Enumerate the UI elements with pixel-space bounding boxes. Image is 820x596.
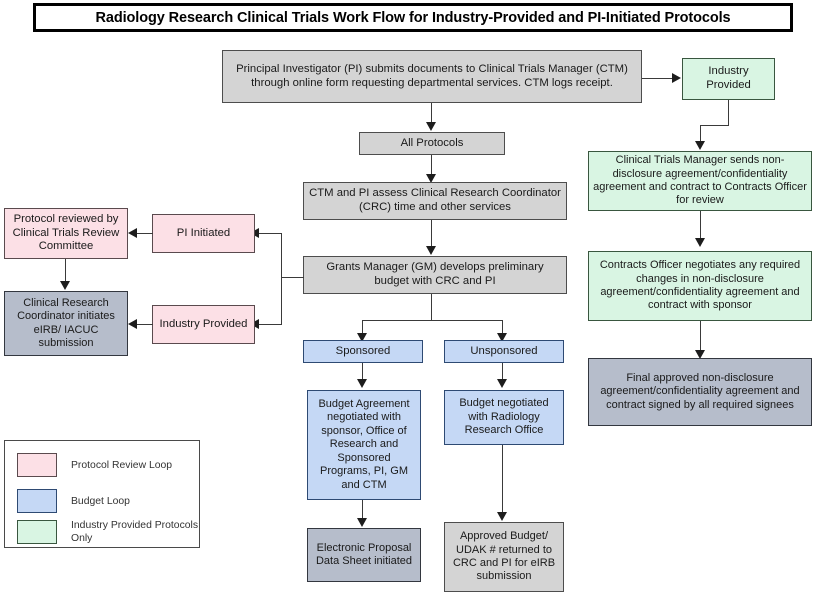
node-ctm-sends-label: Clinical Trials Manager sends non-disclo… (593, 154, 807, 207)
node-pi-submits: Principal Investigator (PI) submits docu… (222, 50, 642, 103)
node-ctm-assess-label: CTM and PI assess Clinical Research Coor… (309, 187, 561, 213)
chart-title-text: Radiology Research Clinical Trials Work … (95, 9, 731, 26)
node-budget-agreement: Budget Agreement negotiated with sponsor… (307, 390, 421, 500)
node-final-approved: Final approved non-disclosure agreement/… (588, 358, 812, 426)
node-budget-negotiated: Budget negotiated with Radiology Researc… (444, 390, 564, 445)
legend-label-budget-loop: Budget Loop (71, 495, 130, 507)
arrowhead-crc-initiates (60, 281, 70, 290)
node-final-approved-label: Final approved non-disclosure agreement/… (600, 371, 800, 411)
arrowhead-to-industry-provided (672, 73, 681, 83)
connector-grants-manager-down (431, 294, 433, 321)
legend-label-protocol-review: Protocol Review Loop (71, 459, 173, 471)
connector-industry-provided-down (728, 100, 730, 126)
node-sponsored-label: Sponsored (335, 344, 391, 357)
node-electronic-proposal: Electronic Proposal Data Sheet initiated (307, 528, 421, 582)
arrowhead-approved-budget (497, 512, 507, 521)
node-contracts-officer-label: Contracts Officer negotiates any require… (599, 259, 801, 312)
arrowhead-ctm-sends (695, 141, 705, 150)
node-approved-budget: Approved Budget/ UDAK # returned to CRC … (444, 522, 564, 592)
connector-left-loop-to-pi-initiated (259, 233, 282, 235)
connector-left-loop-vertical (281, 233, 283, 325)
legend-item-budget-loop: Budget Loop (17, 489, 130, 513)
node-industry-provided-left-label: Industry Provided (159, 317, 248, 330)
node-crc-initiates: Clinical Research Coordinator initiates … (4, 291, 128, 356)
legend-item-industry-provided: Industry Provided Protocols Only (17, 519, 199, 545)
node-industry-provided-left: Industry Provided (152, 305, 255, 344)
node-ctm-sends: Clinical Trials Manager sends non-disclo… (588, 151, 812, 211)
connector-budget-split-horizontal (362, 320, 503, 322)
connector-industry-provided-to-crc (137, 324, 153, 326)
node-budget-agreement-label: Budget Agreement negotiated with sponsor… (318, 398, 410, 491)
node-crc-initiates-label: Clinical Research Coordinator initiates … (17, 296, 115, 349)
node-pi-initiated-label: PI Initiated (176, 226, 231, 239)
node-industry-provided-top: Industry Provided (682, 58, 775, 100)
legend-swatch-budget-loop (17, 489, 57, 513)
node-ctm-assess: CTM and PI assess Clinical Research Coor… (303, 182, 567, 220)
node-sponsored: Sponsored (303, 340, 423, 363)
node-all-protocols-label: All Protocols (400, 136, 464, 149)
node-unsponsored-label: Unsponsored (470, 344, 538, 357)
node-contracts-officer: Contracts Officer negotiates any require… (588, 251, 812, 321)
legend: Protocol Review Loop Budget Loop Industr… (4, 440, 200, 548)
node-protocol-reviewed-label: Protocol reviewed by Clinical Trials Rev… (12, 212, 120, 253)
legend-item-protocol-review: Protocol Review Loop (17, 453, 172, 477)
node-unsponsored: Unsponsored (444, 340, 564, 363)
node-grants-manager-label: Grants Manager (GM) develops preliminary… (326, 261, 544, 287)
arrowhead-budget-negotiated (497, 379, 507, 388)
arrowhead-grants-manager (426, 246, 436, 255)
node-all-protocols: All Protocols (359, 132, 505, 155)
legend-swatch-protocol-review (17, 453, 57, 477)
flowchart-canvas: Radiology Research Clinical Trials Work … (0, 0, 820, 596)
node-electronic-proposal-label: Electronic Proposal Data Sheet initiated (315, 541, 412, 567)
arrowhead-electronic-proposal (357, 518, 367, 527)
chart-title: Radiology Research Clinical Trials Work … (33, 3, 793, 32)
connector-pi-submits-to-industry (642, 78, 674, 80)
arrowhead-all-protocols (426, 122, 436, 131)
connector-grants-manager-to-left-loop (281, 277, 304, 279)
node-pi-initiated: PI Initiated (152, 214, 255, 253)
node-approved-budget-label: Approved Budget/ UDAK # returned to CRC … (452, 530, 556, 583)
arrowhead-budget-agreement (357, 379, 367, 388)
node-grants-manager: Grants Manager (GM) develops preliminary… (303, 256, 567, 294)
connector-left-loop-to-industry-provided (259, 324, 282, 326)
arrowhead-crc-from-industry (128, 319, 137, 329)
connector-industry-provided-elbow (700, 125, 729, 127)
legend-swatch-industry-provided (17, 520, 57, 544)
arrowhead-contracts-officer (695, 238, 705, 247)
connector-pi-initiated-to-protocol-reviewed (137, 233, 153, 235)
node-industry-provided-top-label: Industry Provided (706, 65, 751, 91)
connector-contracts-officer-to-final-approved (700, 321, 702, 353)
connector-ctm-sends-to-contracts-officer (700, 211, 702, 241)
node-pi-submits-label: Principal Investigator (PI) submits docu… (236, 62, 628, 89)
legend-label-industry-provided: Industry Provided Protocols Only (71, 520, 199, 544)
arrowhead-protocol-reviewed (128, 228, 137, 238)
node-protocol-reviewed: Protocol reviewed by Clinical Trials Rev… (4, 208, 128, 259)
connector-budget-negotiated-to-approved-budget (502, 445, 504, 515)
node-budget-negotiated-label: Budget negotiated with Radiology Researc… (459, 397, 549, 437)
